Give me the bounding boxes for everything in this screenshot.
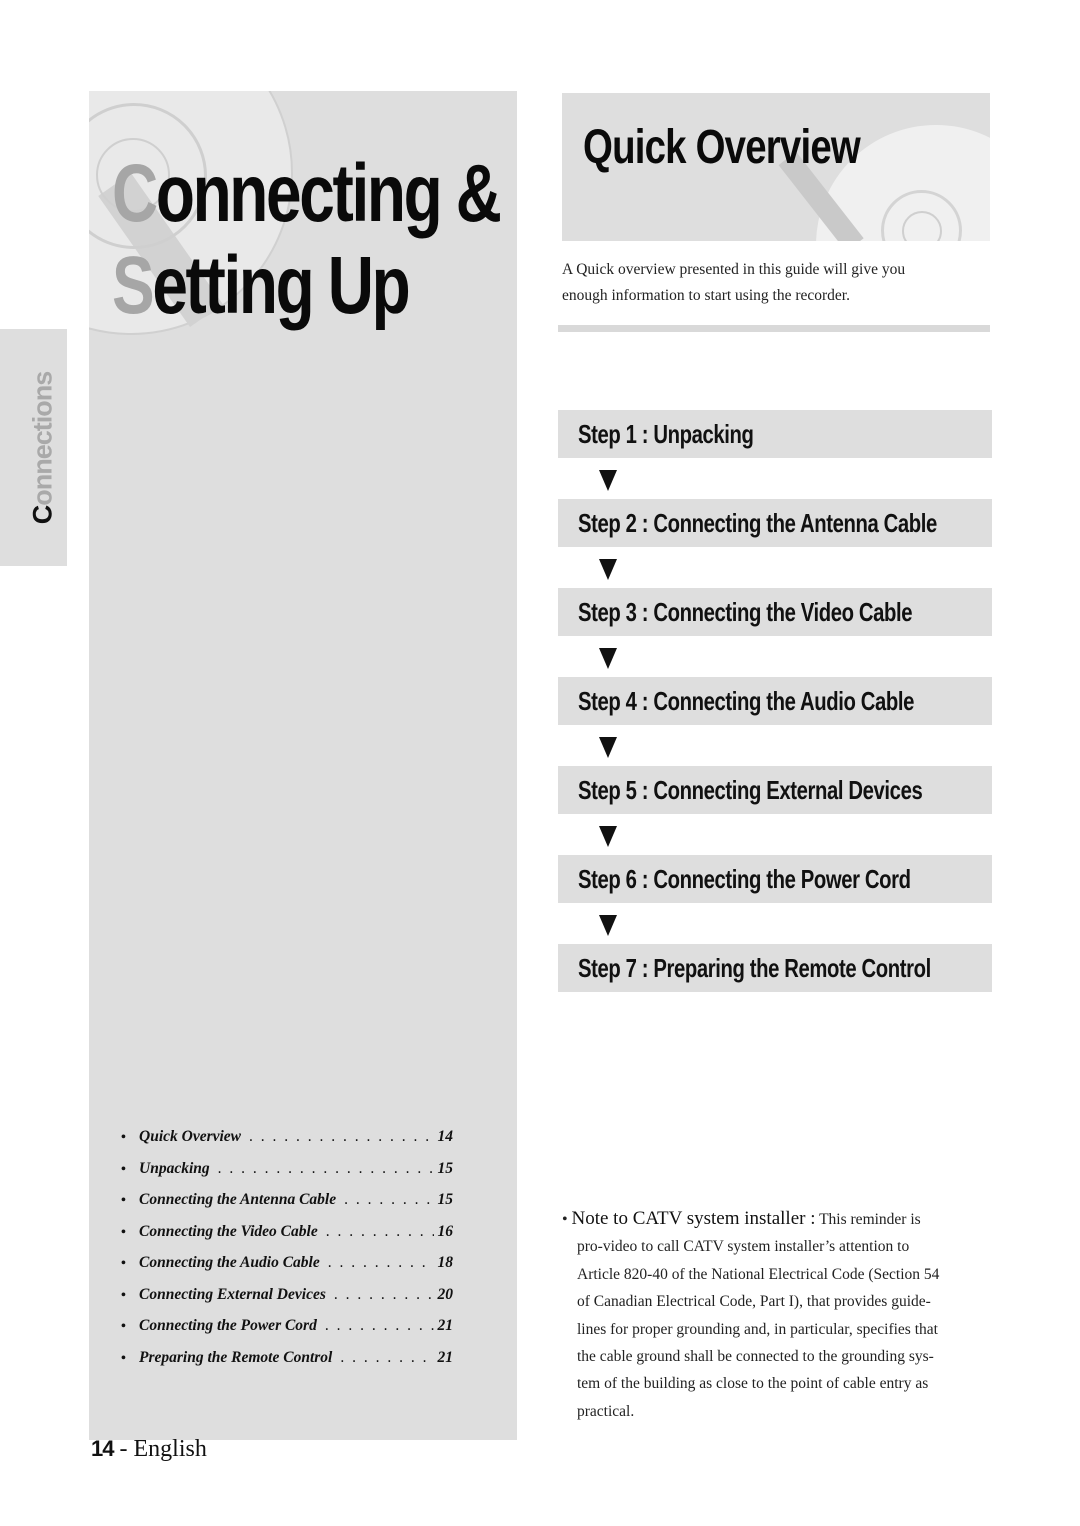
toc-item-page: 21: [437, 1348, 454, 1366]
section-intro: A Quick overview presented in this guide…: [562, 261, 906, 304]
toc-item[interactable]: •Unpacking15: [121, 1160, 453, 1192]
down-arrow-icon: [558, 458, 992, 499]
toc-item[interactable]: •Preparing the Remote Control21: [121, 1349, 453, 1381]
section-title: Quick Overview: [583, 121, 861, 174]
catv-note: • Note to CATV system installer : This r…: [562, 1208, 940, 1420]
chapter-toc: •Quick Overview14 •Unpacking15 •Connecti…: [121, 1128, 453, 1380]
step-box[interactable]: Step 7 : Preparing the Remote Control: [558, 944, 992, 992]
toc-item-page: 21: [437, 1317, 454, 1334]
toc-item[interactable]: •Connecting the Audio Cable18: [121, 1254, 453, 1286]
step-label: Step 4 : Connecting the Audio Cable: [578, 685, 915, 716]
chapter-title: Connecting & Setting Up: [112, 148, 502, 332]
step-label: Step 5 : Connecting External Devices: [578, 774, 923, 805]
toc-item-label: Connecting the Power Cord: [139, 1317, 317, 1334]
toc-item-label: Preparing the Remote Control: [139, 1348, 333, 1366]
step-label: Step 2 : Connecting the Antenna Cable: [578, 507, 937, 538]
toc-item[interactable]: •Quick Overview14: [121, 1128, 453, 1160]
step-label: Step 1 : Unpacking: [578, 418, 754, 449]
toc-item-page: 15: [437, 1191, 454, 1208]
toc-item-label: Connecting External Devices: [139, 1285, 326, 1303]
toc-item[interactable]: •Connecting External Devices20: [121, 1286, 453, 1318]
toc-item[interactable]: •Connecting the Antenna Cable15: [121, 1191, 453, 1223]
toc-item-label: Unpacking: [139, 1159, 210, 1177]
step-label: Step 3 : Connecting the Video Cable: [578, 596, 913, 627]
toc-item-label: Connecting the Antenna Cable: [139, 1191, 337, 1208]
page-number: 14: [91, 1436, 115, 1461]
chapter-title-line-1: Connecting &: [112, 148, 502, 239]
page-language: English: [133, 1436, 207, 1462]
side-tab-label: Connections: [27, 371, 58, 525]
step-box[interactable]: Step 6 : Connecting the Power Cord: [558, 855, 992, 903]
page-footer: 14 - English: [91, 1436, 207, 1462]
divider: [558, 325, 990, 332]
toc-item-label: Connecting the Audio Cable: [139, 1254, 320, 1271]
step-box[interactable]: Step 1 : Unpacking: [558, 410, 992, 458]
down-arrow-icon: [558, 547, 992, 588]
step-box[interactable]: Step 4 : Connecting the Audio Cable: [558, 677, 992, 725]
step-box[interactable]: Step 3 : Connecting the Video Cable: [558, 588, 992, 636]
step-box[interactable]: Step 2 : Connecting the Antenna Cable: [558, 499, 992, 547]
down-arrow-icon: [558, 814, 992, 855]
toc-item-page: 15: [437, 1159, 454, 1177]
step-box[interactable]: Step 5 : Connecting External Devices: [558, 766, 992, 814]
toc-item[interactable]: •Connecting the Power Cord21: [121, 1317, 453, 1349]
down-arrow-icon: [558, 636, 992, 677]
toc-item-page: 14: [437, 1128, 454, 1145]
note-heading: Note to CATV system installer :: [571, 1208, 816, 1229]
toc-item-page: 20: [437, 1285, 454, 1303]
toc-item-label: Connecting the Video Cable: [139, 1222, 318, 1240]
chapter-title-line-2: Setting Up: [112, 240, 411, 331]
toc-item-label: Quick Overview: [139, 1128, 242, 1145]
step-label: Step 7 : Preparing the Remote Control: [578, 952, 931, 983]
step-label: Step 6 : Connecting the Power Cord: [578, 863, 911, 894]
toc-item-page: 18: [437, 1254, 454, 1271]
toc-item[interactable]: •Connecting the Video Cable16: [121, 1223, 453, 1255]
toc-item-page: 16: [437, 1222, 454, 1240]
steps-flow: Step 1 : Unpacking Step 2 : Connecting t…: [558, 410, 992, 992]
down-arrow-icon: [558, 903, 992, 944]
down-arrow-icon: [558, 725, 992, 766]
